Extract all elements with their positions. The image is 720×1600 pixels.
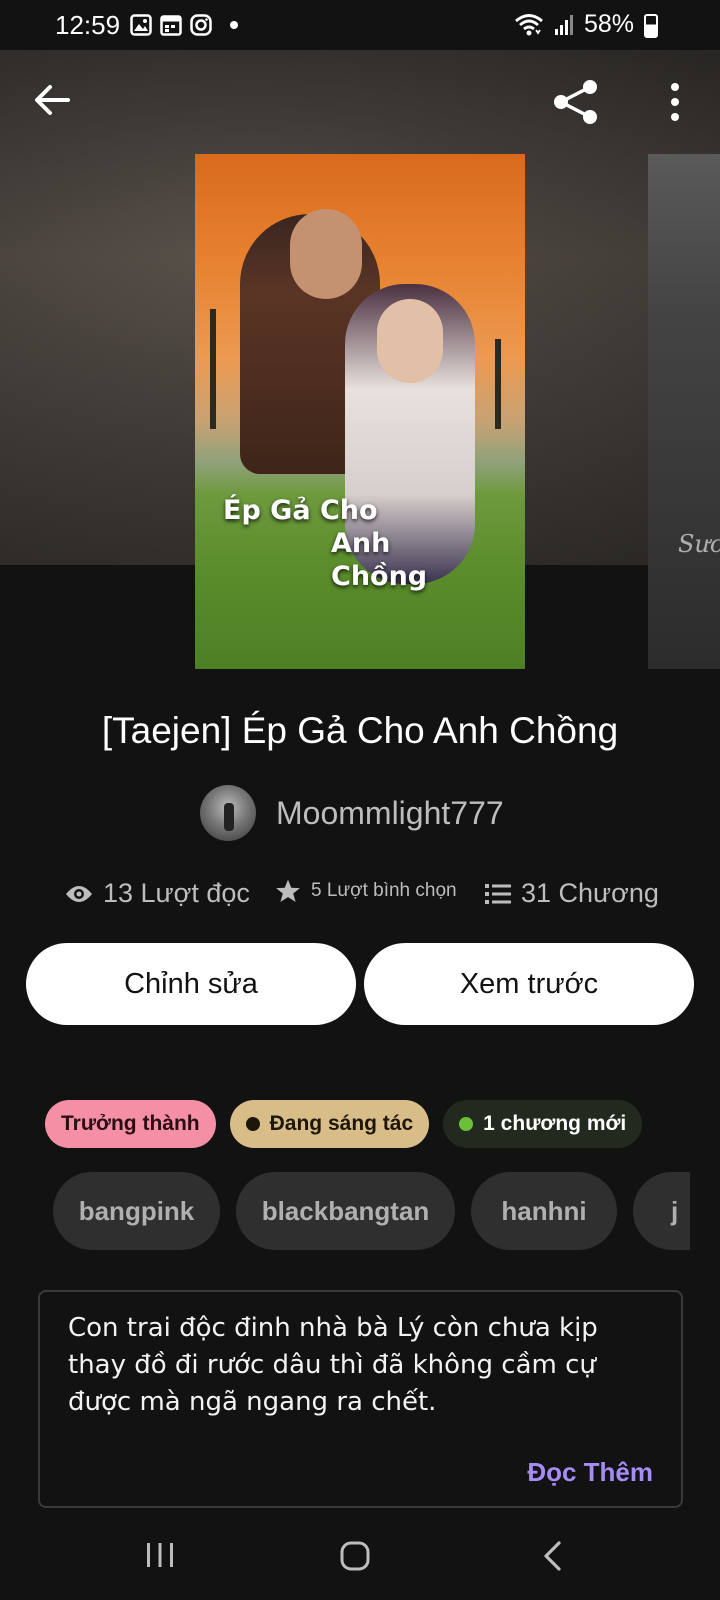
star-icon	[276, 879, 300, 902]
eye-icon	[66, 885, 92, 902]
read-more-link[interactable]: Đọc Thêm	[527, 1457, 653, 1488]
new-parts-badge: 1 chương mới	[443, 1100, 643, 1148]
back-arrow-icon[interactable]	[32, 80, 72, 120]
story-description: Con trai độc đinh nhà bà Lý còn chưa kịp…	[38, 1290, 683, 1508]
description-text: Con trai độc đinh nhà bà Lý còn chưa kịp…	[68, 1313, 598, 1417]
preview-button[interactable]: Xem trước	[364, 943, 694, 1025]
dot-icon	[230, 21, 238, 29]
status-bar: 12:59 58%	[0, 0, 720, 50]
calendar-icon	[160, 15, 182, 36]
back-nav-icon[interactable]	[541, 1540, 565, 1572]
votes-stat: 5 Lượt bình chọn	[275, 878, 457, 904]
edit-button[interactable]: Chỉnh sửa	[26, 943, 356, 1025]
story-cover[interactable]: Ép Gả Cho Anh Chồng	[195, 154, 525, 669]
battery-icon	[644, 14, 658, 38]
share-icon[interactable]	[552, 78, 600, 126]
cover-title: Ép Gả Cho Anh Chồng	[223, 495, 428, 592]
battery-percent: 58%	[583, 10, 634, 38]
home-icon[interactable]	[339, 1540, 371, 1572]
parts-stat[interactable]: 31 Chương	[485, 878, 659, 909]
tag-chip[interactable]: j	[633, 1172, 690, 1250]
gallery-icon	[130, 14, 152, 36]
next-story-cover[interactable]	[648, 154, 720, 669]
ongoing-dot-icon	[245, 1117, 260, 1131]
status-time: 12:59	[55, 10, 121, 40]
author-row[interactable]: Moommlight777	[200, 785, 504, 841]
wifi-icon	[515, 13, 543, 35]
more-vert-icon[interactable]	[660, 80, 690, 124]
mature-badge: Trưởng thành	[45, 1100, 216, 1148]
list-icon	[485, 883, 511, 904]
system-nav-bar	[0, 1520, 720, 1600]
signal-icon	[554, 14, 573, 35]
next-cover-text: Sưc	[678, 530, 720, 558]
reads-stat: 13 Lượt đọc	[65, 878, 250, 909]
ongoing-badge: Đang sáng tác	[229, 1100, 430, 1148]
tag-chip[interactable]: hanhni	[471, 1172, 617, 1250]
tag-chip[interactable]: bangpink	[53, 1172, 220, 1250]
tags-row[interactable]: bangpink blackbangtan hanhni j	[53, 1172, 690, 1252]
recent-apps-icon[interactable]	[145, 1540, 175, 1570]
tag-chip[interactable]: blackbangtan	[236, 1172, 455, 1250]
new-dot-icon	[459, 1117, 474, 1131]
author-name[interactable]: Moommlight777	[276, 795, 504, 832]
avatar[interactable]	[200, 785, 256, 841]
story-title: [Taejen] Ép Gả Cho Anh Chồng	[101, 710, 619, 751]
instagram-icon	[190, 14, 212, 36]
status-badges: Trưởng thành Đang sáng tác 1 chương mới	[45, 1100, 643, 1148]
